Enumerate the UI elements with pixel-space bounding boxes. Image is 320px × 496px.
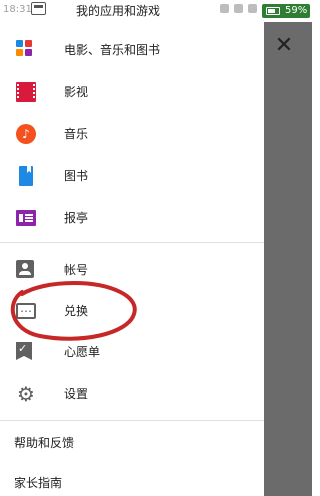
- menu-item-label: 兑换: [64, 304, 89, 318]
- menu-item-settings[interactable]: ⚙ 设置: [0, 376, 264, 412]
- menu-item-movies-music-books[interactable]: 电影、音乐和图书: [0, 32, 264, 68]
- section-divider: [0, 242, 264, 243]
- close-icon[interactable]: ✕: [270, 32, 298, 60]
- menu-item-account[interactable]: 帐号: [0, 252, 264, 288]
- apps-icon: [16, 40, 36, 60]
- newsstand-icon: [16, 210, 36, 226]
- help-feedback-link[interactable]: 帮助和反馈: [14, 434, 74, 451]
- battery-indicator: 59%: [262, 4, 310, 18]
- redeem-icon: [16, 301, 36, 319]
- section-divider: [0, 420, 264, 421]
- app-store-icon: [31, 2, 46, 15]
- menu-item-label: 设置: [64, 387, 89, 401]
- menu-item-wishlist[interactable]: 心愿单: [0, 334, 264, 370]
- battery-percent: 59%: [285, 5, 308, 16]
- music-icon: [16, 124, 36, 144]
- menu-item-label: 电影、音乐和图书: [64, 43, 161, 57]
- battery-icon: [266, 7, 280, 15]
- parent-guide-link[interactable]: 家长指南: [14, 474, 62, 491]
- menu-item-books[interactable]: 图书: [0, 158, 264, 194]
- menu-item-label: 报亭: [64, 211, 89, 225]
- wifi-icon: [234, 4, 243, 13]
- menu-item-label: 影视: [64, 85, 89, 99]
- drawer-scrim[interactable]: [264, 22, 312, 496]
- menu-item-newsstand[interactable]: 报亭: [0, 200, 264, 236]
- alarm-icon: [220, 4, 229, 13]
- menu-item-movies[interactable]: 影视: [0, 74, 264, 110]
- wishlist-icon: [16, 342, 32, 360]
- status-time: 18:31: [3, 4, 32, 15]
- menu-item-label: 音乐: [64, 127, 89, 141]
- account-icon: [16, 260, 34, 278]
- menu-item-label: 心愿单: [64, 345, 101, 359]
- menu-item-music[interactable]: 音乐: [0, 116, 264, 152]
- system-icons: [220, 4, 258, 16]
- menu-item-redeem[interactable]: 兑换: [0, 293, 264, 329]
- books-icon: [19, 166, 33, 186]
- menu-item-label: 图书: [64, 169, 89, 183]
- signal-icon: [248, 4, 257, 13]
- navigation-drawer: 电影、音乐和图书 影视 音乐 图书 报亭 帐号 兑换 心愿单 ⚙ 设置 帮助和反…: [0, 22, 264, 496]
- movies-icon: [16, 82, 36, 102]
- status-bar: 18:31 我的应用和游戏 59%: [0, 0, 312, 22]
- menu-item-label: 帐号: [64, 263, 89, 277]
- settings-icon: ⚙: [17, 382, 35, 406]
- screen-title: 我的应用和游戏: [76, 4, 161, 18]
